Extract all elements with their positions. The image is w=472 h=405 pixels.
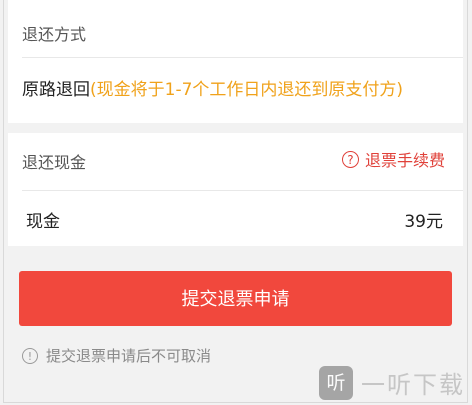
cancel-warning: ! 提交退票申请后不可取消 [22, 345, 211, 366]
refund-cash-title: 退还现金 [22, 153, 87, 172]
watermark-logo: 听 一听下载 [319, 365, 465, 400]
watermark-text: 一听下载 [361, 371, 465, 399]
cash-label: 现金 [26, 212, 60, 232]
refund-cash-card: 退还现金 ? 退票手续费 现金 39元 [8, 133, 463, 246]
cancel-warning-text: 提交退票申请后不可取消 [46, 347, 212, 365]
divider [22, 57, 463, 58]
refund-method-card: 退还方式 原路退回(现金将于1-7个工作日内退还到原支付方) [8, 0, 463, 123]
refund-method-title: 退还方式 [22, 25, 87, 44]
refund-page: 退还方式 原路退回(现金将于1-7个工作日内退还到原支付方) 退还现金 ? 退票… [3, 0, 468, 403]
watermark-badge-icon: 听 [319, 365, 353, 400]
question-circle-icon: ? [341, 150, 359, 168]
divider [22, 190, 463, 191]
refund-method-label: 原路退回 [22, 80, 90, 100]
refund-method-value: 原路退回(现金将于1-7个工作日内退还到原支付方) [22, 75, 403, 100]
cash-value: 39元 [404, 212, 443, 232]
refund-fee-label: 退票手续费 [364, 151, 445, 170]
exclamation-circle-icon: ! [22, 347, 38, 364]
refund-method-note: (现金将于1-7个工作日内退还到原支付方) [90, 80, 404, 100]
refund-fee-link[interactable]: ? 退票手续费 [341, 147, 445, 171]
submit-refund-button[interactable]: 提交退票申请 [19, 271, 452, 326]
